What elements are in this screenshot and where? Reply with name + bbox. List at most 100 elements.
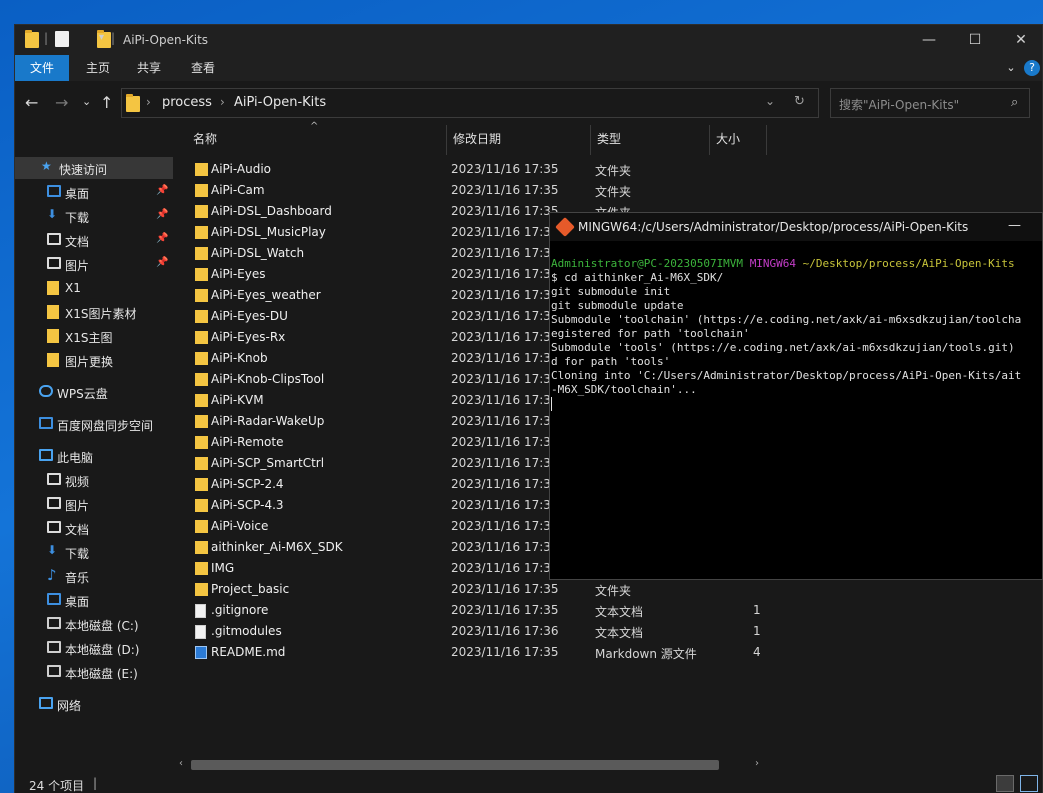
file-date: 2023/11/16 17:35 <box>451 183 559 197</box>
large-icons-view-icon[interactable] <box>1020 775 1038 792</box>
folder-icon <box>195 163 208 176</box>
tab-file[interactable]: 文件 <box>15 55 69 81</box>
sidebar-item[interactable]: 网络 <box>15 693 173 715</box>
file-row[interactable]: Project_basic 2023/11/16 17:35 文件夹 <box>185 579 775 600</box>
download-icon: ⬇ <box>47 207 58 221</box>
file-date: 2023/11/16 17:35 <box>451 456 559 470</box>
search-icon[interactable]: ⌕ <box>1011 95 1018 110</box>
address-bar[interactable]: › process › AiPi-Open-Kits ⌄ ↻ <box>121 88 819 118</box>
file-name: .gitmodules <box>211 624 282 638</box>
quick-access-dropdown-icon[interactable]: ▾ <box>99 32 104 48</box>
column-divider[interactable] <box>766 125 767 155</box>
chevron-right-icon[interactable]: › <box>146 95 151 109</box>
help-icon[interactable]: ? <box>1024 60 1040 76</box>
file-date: 2023/11/16 17:35 <box>451 435 559 449</box>
scroll-left-icon[interactable]: ‹ <box>179 758 183 769</box>
sidebar-item[interactable]: 本地磁盘 (E:) <box>15 661 173 683</box>
file-date: 2023/11/16 17:35 <box>451 204 559 218</box>
column-divider[interactable] <box>709 125 710 155</box>
file-size: 4 <box>753 645 761 659</box>
folder-icon[interactable] <box>25 30 39 48</box>
sidebar-item[interactable]: 桌面 <box>15 589 173 611</box>
details-view-icon[interactable] <box>996 775 1014 792</box>
file-name: AiPi-Radar-WakeUp <box>211 414 325 428</box>
terminal-title-bar: MINGW64:/c/Users/Administrator/Desktop/p… <box>550 213 1042 241</box>
column-header-type[interactable]: 类型 <box>597 125 621 153</box>
search-input[interactable]: 搜索"AiPi-Open-Kits" <box>839 96 959 113</box>
sidebar-item-label: 桌面 <box>65 187 90 201</box>
up-arrow-icon[interactable]: ↑ <box>100 93 113 112</box>
minimize-button[interactable]: — <box>906 25 952 55</box>
sidebar-item[interactable]: ⬇ 下载 <box>15 541 173 563</box>
tab-share[interactable]: 共享 <box>130 55 168 81</box>
file-row[interactable]: README.md 2023/11/16 17:35 Markdown 源文件 4 <box>185 642 775 663</box>
scrollbar-thumb[interactable] <box>191 760 719 770</box>
column-header-name[interactable]: 名称 <box>193 125 217 153</box>
sidebar-item[interactable]: ♪ 音乐 <box>15 565 173 587</box>
sidebar-item[interactable]: 视频 <box>15 469 173 491</box>
expand-ribbon-icon[interactable]: ⌄ <box>1003 55 1019 81</box>
column-header-date[interactable]: 修改日期 <box>453 125 501 153</box>
sidebar-item[interactable]: WPS云盘 <box>15 381 173 403</box>
sidebar-item-label: 图片 <box>65 259 90 273</box>
sidebar-item[interactable]: 本地磁盘 (D:) <box>15 637 173 659</box>
address-dropdown-icon[interactable]: ⌄ <box>765 94 775 108</box>
sidebar-item[interactable]: 文档 📌 <box>15 229 173 251</box>
properties-icon[interactable] <box>55 31 69 47</box>
sidebar-item[interactable]: 桌面 📌 <box>15 181 173 203</box>
terminal-output: Administrator@PC-20230507IMVM MINGW64 ~/… <box>550 257 1042 411</box>
sidebar-item[interactable]: 此电脑 <box>15 445 173 467</box>
file-row[interactable]: .gitignore 2023/11/16 17:35 文本文档 1 <box>185 600 775 621</box>
sidebar-item[interactable]: 图片 <box>15 493 173 515</box>
file-row[interactable]: AiPi-Cam 2023/11/16 17:35 文件夹 <box>185 180 775 201</box>
terminal-prompt: Administrator@PC-20230507IMVM MINGW64 ~/… <box>550 257 1042 271</box>
search-box[interactable]: 搜索"AiPi-Open-Kits" ⌕ <box>830 88 1030 118</box>
file-size: 1 <box>753 624 761 638</box>
sidebar-item[interactable]: X1S图片素材 <box>15 301 173 323</box>
sidebar-item[interactable]: 百度网盘同步空间 <box>15 413 173 435</box>
scroll-right-icon[interactable]: › <box>755 758 759 769</box>
ribbon-tabs: 文件 主页 共享 查看 ⌄ ? <box>15 55 1042 81</box>
file-date: 2023/11/16 17:35 <box>451 372 559 386</box>
text-file-icon <box>195 625 206 642</box>
sidebar-item-label: 本地磁盘 (C:) <box>65 619 139 633</box>
folder-icon <box>126 94 140 112</box>
close-button[interactable]: ✕ <box>998 25 1043 55</box>
horizontal-scrollbar[interactable]: ‹ › <box>177 757 767 773</box>
forward-arrow-icon[interactable]: → <box>55 93 68 112</box>
terminal-minimize-button[interactable]: — <box>1008 218 1021 233</box>
sidebar-item[interactable]: ⬇ 下载 📌 <box>15 205 173 227</box>
breadcrumb-process[interactable]: process <box>162 95 212 110</box>
tab-home[interactable]: 主页 <box>79 55 117 81</box>
sidebar-item[interactable]: X1S主图 <box>15 325 173 347</box>
sidebar-item[interactable]: X1 <box>15 277 173 299</box>
sidebar-item[interactable]: 本地磁盘 (C:) <box>15 613 173 635</box>
picture-icon <box>47 497 61 509</box>
file-type: 文件夹 <box>595 185 632 199</box>
sidebar-item[interactable]: 图片 📌 <box>15 253 173 275</box>
sidebar-item[interactable]: 图片更换 <box>15 349 173 371</box>
file-row[interactable]: AiPi-Audio 2023/11/16 17:35 文件夹 <box>185 159 775 180</box>
column-header-size[interactable]: 大小 <box>716 125 740 153</box>
terminal-line: git submodule init <box>551 285 671 298</box>
column-divider[interactable] <box>446 125 447 155</box>
folder-icon <box>195 331 208 344</box>
maximize-button[interactable]: ☐ <box>952 25 998 55</box>
folder-icon <box>195 226 208 239</box>
column-divider[interactable] <box>590 125 591 155</box>
terminal-window[interactable]: MINGW64:/c/Users/Administrator/Desktop/p… <box>549 212 1043 580</box>
chevron-right-icon[interactable]: › <box>220 95 225 109</box>
tab-view[interactable]: 查看 <box>184 55 222 81</box>
file-name: .gitignore <box>211 603 269 617</box>
sidebar-item[interactable]: 文档 <box>15 517 173 539</box>
refresh-icon[interactable]: ↻ <box>794 94 805 109</box>
sidebar-item-label: 桌面 <box>65 595 90 609</box>
file-row[interactable]: .gitmodules 2023/11/16 17:36 文本文档 1 <box>185 621 775 642</box>
prompt-path: ~/Desktop/process/AiPi-Open-Kits <box>802 257 1015 270</box>
file-date: 2023/11/16 17:38 <box>451 540 559 554</box>
breadcrumb-current[interactable]: AiPi-Open-Kits <box>234 95 326 110</box>
sidebar-item[interactable]: ★ 快速访问 <box>15 157 173 179</box>
recent-locations-icon[interactable]: ⌄ <box>82 95 91 108</box>
file-type: Markdown 源文件 <box>595 647 697 661</box>
back-arrow-icon[interactable]: ← <box>25 93 38 112</box>
